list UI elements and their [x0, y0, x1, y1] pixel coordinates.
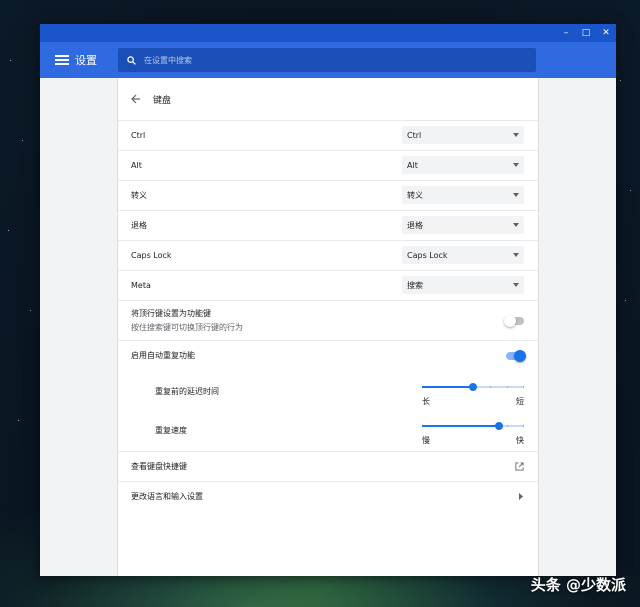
slider-min-label: 长	[422, 397, 430, 406]
repeat-delay-setting: 重复前的延迟时间 长 短	[118, 371, 538, 411]
repeat-delay-slider[interactable]	[422, 383, 524, 391]
back-button[interactable]	[131, 94, 141, 104]
slider-min-label: 慢	[422, 436, 430, 445]
key-label: Alt	[131, 161, 142, 170]
key-row-capslock: Caps Lock Caps Lock	[118, 241, 538, 271]
repeat-rate-slider[interactable]	[422, 422, 524, 430]
key-select-alt[interactable]: Alt	[402, 156, 524, 174]
slider-max-label: 短	[516, 397, 524, 406]
select-value: Ctrl	[407, 130, 422, 140]
key-label: 退格	[131, 221, 147, 230]
top-row-keys-setting: 将顶行键设置为功能键 按住搜索键可切换顶行键的行为	[118, 301, 538, 341]
slider-thumb[interactable]	[469, 383, 477, 391]
slider-max-label: 快	[516, 436, 524, 445]
title-bar: – □ ✕	[40, 24, 616, 42]
dropdown-arrow-icon	[513, 193, 519, 197]
top-row-toggle[interactable]	[504, 315, 524, 327]
key-label: Meta	[131, 281, 151, 290]
app-title: 设置	[75, 54, 97, 67]
language-input-settings-link[interactable]: 更改语言和输入设置	[118, 482, 538, 511]
select-value: Caps Lock	[407, 250, 448, 260]
page-title: 键盘	[153, 95, 172, 106]
key-select-meta[interactable]: 搜索	[402, 276, 524, 294]
key-label: Ctrl	[131, 131, 146, 140]
keyboard-settings-card: 键盘 Ctrl Ctrl Alt Alt 转义 转义 退格 退格 Caps Lo…	[117, 78, 539, 576]
slider-fill	[422, 386, 473, 388]
dropdown-arrow-icon	[513, 223, 519, 227]
content-area: 键盘 Ctrl Ctrl Alt Alt 转义 转义 退格 退格 Caps Lo…	[40, 78, 616, 576]
key-select-escape[interactable]: 转义	[402, 186, 524, 204]
arrow-back-icon	[131, 94, 140, 104]
key-row-ctrl: Ctrl Ctrl	[118, 121, 538, 151]
select-value: 退格	[407, 220, 423, 230]
link-label: 查看键盘快捷键	[131, 462, 187, 471]
dropdown-arrow-icon	[513, 163, 519, 167]
auto-repeat-toggle[interactable]	[506, 350, 526, 362]
key-label: Caps Lock	[131, 251, 172, 260]
auto-repeat-setting: 启用自动重复功能	[118, 341, 538, 370]
watermark-text: 头条 @少数派	[530, 576, 626, 594]
key-row-escape: 转义 转义	[118, 181, 538, 211]
dropdown-arrow-icon	[513, 133, 519, 137]
select-value: 搜索	[407, 280, 423, 290]
open-in-new-icon[interactable]	[515, 462, 524, 471]
subpage-header: 键盘	[118, 78, 538, 121]
minimize-button[interactable]: –	[556, 24, 576, 42]
select-value: Alt	[407, 160, 418, 170]
settings-window: – □ ✕ 设置 键盘	[40, 24, 616, 576]
key-select-capslock[interactable]: Caps Lock	[402, 246, 524, 264]
key-select-ctrl[interactable]: Ctrl	[402, 126, 524, 144]
slider-fill	[422, 425, 499, 427]
link-label: 更改语言和输入设置	[131, 492, 203, 501]
setting-label: 将顶行键设置为功能键	[131, 309, 211, 318]
close-button[interactable]: ✕	[596, 24, 616, 42]
setting-label: 重复前的延迟时间	[155, 387, 219, 396]
select-value: 转义	[407, 190, 423, 200]
search-input[interactable]	[142, 54, 526, 66]
repeat-rate-setting: 重复速度 慢 快	[118, 411, 538, 452]
keyboard-shortcuts-link[interactable]: 查看键盘快捷键	[118, 452, 538, 482]
chevron-right-icon[interactable]	[518, 493, 524, 500]
slider-thumb[interactable]	[494, 422, 503, 430]
setting-label: 重复速度	[155, 426, 187, 435]
maximize-button[interactable]: □	[576, 24, 596, 42]
key-row-meta: Meta 搜索	[118, 271, 538, 301]
setting-sublabel: 按住搜索键可切换顶行键的行为	[131, 323, 243, 332]
dropdown-arrow-icon	[513, 283, 519, 287]
app-header: 设置	[40, 42, 616, 78]
hamburger-icon[interactable]	[55, 55, 69, 65]
search-box[interactable]	[118, 48, 536, 72]
key-select-backspace[interactable]: 退格	[402, 216, 524, 234]
key-row-backspace: 退格 退格	[118, 211, 538, 241]
key-label: 转义	[131, 191, 147, 200]
setting-label: 启用自动重复功能	[131, 351, 195, 360]
key-row-alt: Alt Alt	[118, 151, 538, 181]
dropdown-arrow-icon	[513, 253, 519, 257]
search-icon	[127, 55, 136, 65]
